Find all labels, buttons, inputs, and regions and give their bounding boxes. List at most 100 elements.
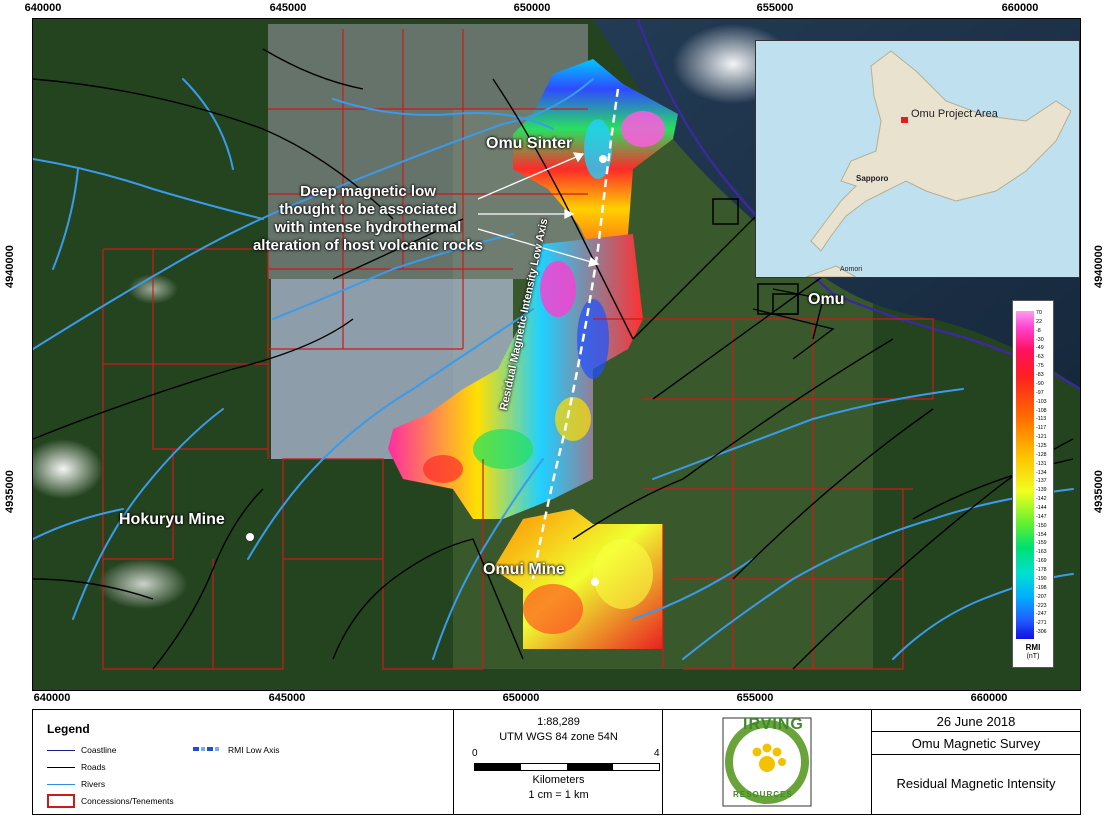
scale-panel: 1:88,289 UTM WGS 84 zone 54N 0 4 Kilomet…	[453, 709, 664, 815]
omui-mine-point[interactable]	[591, 578, 599, 586]
rmi-tick-label: -154	[1036, 531, 1047, 538]
title-subject: Residual Magnetic Intensity	[896, 776, 1056, 791]
rmi-tick-label: -75	[1036, 363, 1044, 370]
rmi-tick-label: -49	[1036, 345, 1044, 352]
rmi-tick-label: -97	[1036, 389, 1044, 396]
rmi-tick-label: -247	[1036, 611, 1047, 618]
logo-word-bottom: RESOURCES	[733, 790, 793, 799]
scale-equivalence: 1 cm = 1 km	[528, 789, 589, 801]
rmi-blotch	[540, 261, 576, 317]
rmi-tick-label: -125	[1036, 442, 1047, 449]
rmi-blotch	[423, 455, 463, 483]
title-block-panel: 26 June 2018 Omu Magnetic Survey Residua…	[871, 709, 1081, 815]
rmi-tick-label: -306	[1036, 629, 1047, 636]
omu-project-area-marker	[901, 117, 908, 123]
rivers-swatch	[47, 784, 75, 785]
rmi-tick-label: -139	[1036, 487, 1047, 494]
legend-coastline: Coastline	[81, 745, 117, 755]
rmi-tick-label: -223	[1036, 602, 1047, 609]
rmi-tick-label: -30	[1036, 336, 1044, 343]
scale-start: 0	[472, 748, 478, 759]
title-divider	[872, 731, 1080, 732]
rmi-blotch	[555, 397, 591, 441]
x-tick-top: 645000	[269, 2, 307, 14]
coastline-swatch	[47, 750, 75, 751]
rmi-blotch	[621, 111, 665, 147]
rmi-tick-label: -159	[1036, 540, 1047, 547]
inset-aomori-label: Aomori	[840, 266, 863, 273]
concessions-swatch	[47, 794, 75, 808]
x-tick-top: 655000	[756, 2, 794, 14]
rmi-tick-label: -63	[1036, 354, 1044, 361]
rmi-tick-label: -113	[1036, 416, 1047, 423]
x-tick-bottom: 645000	[268, 692, 306, 704]
omu-label: Omu	[808, 291, 845, 308]
title-divider	[872, 754, 1080, 755]
rmi-low-axis-swatch	[193, 747, 221, 751]
rmi-tick-label: 70	[1036, 310, 1042, 316]
roads-swatch	[47, 767, 75, 768]
x-tick-bottom: 660000	[970, 692, 1008, 704]
rmi-blotch	[593, 539, 653, 609]
y-tick-left: 4940000	[4, 245, 16, 288]
rmi-tick-label: 22	[1036, 318, 1042, 325]
scale-projection: UTM WGS 84 zone 54N	[499, 731, 618, 743]
omu-sinter-point[interactable]	[599, 155, 607, 163]
rmi-unit-label: RMI	[1025, 643, 1041, 652]
x-tick-top: 650000	[513, 2, 551, 14]
annotation-line: Deep magnetic low	[300, 183, 436, 200]
legend-rivers: Rivers	[81, 779, 106, 789]
rmi-tick-label: -142	[1036, 496, 1047, 503]
rmi-tick-label: -134	[1036, 469, 1047, 476]
scale-end: 4	[654, 748, 660, 759]
scale-bar	[474, 763, 660, 771]
rmi-tick-label: -198	[1036, 584, 1047, 591]
rmi-unit-sub-label: (nT)	[1026, 653, 1040, 660]
rmi-blotch	[523, 584, 583, 634]
cloud	[98, 559, 188, 609]
rmi-gradient-bar	[1016, 311, 1034, 639]
rmi-tick-label: -144	[1036, 505, 1047, 512]
y-tick-right: 4935000	[1093, 470, 1105, 513]
rmi-tick-label: -137	[1036, 478, 1047, 485]
rmi-tick-label: -147	[1036, 513, 1047, 520]
x-tick-bottom: 650000	[502, 692, 540, 704]
rmi-tick-label: -117	[1036, 425, 1047, 432]
rmi-tick-label: -190	[1036, 575, 1047, 582]
inset-sapporo-label: Sapporo	[856, 174, 889, 183]
y-tick-left: 4935000	[4, 470, 16, 513]
legend-roads: Roads	[81, 762, 106, 772]
annotation-line: thought to be associated	[279, 201, 457, 218]
inset-locator-map[interactable]: Omu Project Area Sapporo Aomori	[755, 40, 1080, 278]
rmi-tick-label: -8	[1036, 327, 1041, 334]
title-date: 26 June 2018	[936, 714, 1016, 729]
x-tick-bottom: 655000	[736, 692, 774, 704]
x-tick-bottom: 640000	[33, 692, 71, 704]
rmi-tick-label: -128	[1036, 451, 1047, 458]
annotation-line: alteration of host volcanic rocks	[252, 237, 484, 254]
rmi-tick-label: -108	[1036, 407, 1047, 414]
hokuryu-mine-label: Hokuryu Mine	[119, 511, 225, 528]
logo-panel: IRVING RESOURCES	[662, 709, 873, 815]
x-tick-top: 660000	[1001, 2, 1039, 14]
y-tick-right: 4940000	[1093, 245, 1105, 288]
logo-word-top: IRVING	[743, 716, 804, 733]
rmi-tick-column: 70 22 -8 -30 -49 -63 -75 -83 -90 -97 -103 -108 -113 -…	[1035, 310, 1053, 639]
rmi-tick-label: -150	[1036, 522, 1047, 529]
scale-ratio: 1:88,289	[537, 716, 580, 728]
rmi-tick-label: -271	[1036, 620, 1047, 627]
omui-mine-label: Omui Mine	[483, 561, 565, 578]
hokuryu-mine-point[interactable]	[246, 533, 254, 541]
rmi-tick-label: -103	[1036, 398, 1047, 405]
legend-rmi-low-axis: RMI Low Axis	[228, 745, 280, 755]
x-tick-top: 640000	[24, 2, 62, 14]
rmi-color-scale: 70 22 -8 -30 -49 -63 -75 -83 -90 -97 -103 -108 -113 -…	[1012, 300, 1054, 668]
legend-panel: Legend Coastline Roads Rivers Concession…	[32, 709, 455, 815]
omu-sinter-label: Omu Sinter	[486, 135, 573, 152]
inset-project-area-label: Omu Project Area	[911, 108, 998, 120]
rmi-blotch	[577, 299, 609, 379]
rmi-tick-label: -83	[1036, 372, 1044, 379]
annotation-line: with intense hydrothermal	[274, 219, 462, 236]
legend-title: Legend	[47, 722, 90, 736]
deep-magnetic-low-annotation: Deep magnetic low thought to be associat…	[238, 183, 498, 255]
